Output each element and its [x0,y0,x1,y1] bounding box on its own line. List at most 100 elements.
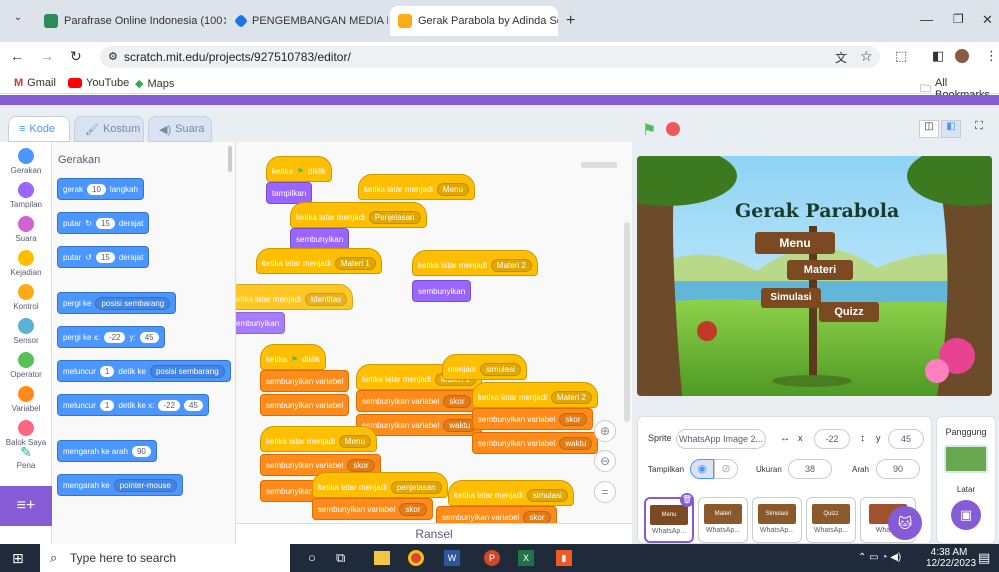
sign-simulasi[interactable]: Simulasi [761,288,821,308]
word-icon[interactable]: W [444,550,460,566]
app-icon[interactable]: ▮ [556,550,572,566]
block-hide-variable-skor[interactable]: sembunyikan variabel skor [472,408,593,430]
close-icon[interactable]: ✕ [222,14,226,28]
url-input[interactable]: ⚙ scratch.mit.edu/projects/927510783/edi… [100,46,880,68]
category-sensing[interactable]: Sensor [0,318,52,345]
stage-canvas[interactable]: Gerak Parabola Menu Materi Simulasi Quiz… [637,156,992,396]
block-dropdown[interactable]: posisi sembarang [149,364,225,378]
window-close-icon[interactable]: ✕ [982,12,993,28]
block-hide[interactable]: sembunyikan [412,280,472,302]
stop-icon[interactable] [666,122,680,136]
tab-search-icon[interactable]: ⌄ [8,12,28,30]
tab-gerak-parabola[interactable]: Gerak Parabola by Adinda Septi ✕ [390,6,558,36]
script-backdrop-materi1[interactable]: ketika latar menjadi Materi 1 [256,248,382,274]
block-hide-variable-skor[interactable]: sembunyikan variabel skor [356,390,477,412]
task-view-icon[interactable]: ⧉ [336,550,345,566]
site-info-icon[interactable]: ⚙ [108,46,118,68]
new-tab-plus-icon[interactable]: + [566,12,575,30]
category-events[interactable]: Kejadian [0,250,52,277]
zoom-out-button[interactable]: ⊖ [594,450,616,472]
block-hide-variable-skor[interactable]: sembunyikan variabel skor [312,498,433,520]
green-flag-icon[interactable]: ⚑ [642,120,656,140]
sprite-thumb[interactable]: 🗑 Menu WhatsAp... [644,493,694,543]
block-input[interactable]: 90 [131,445,151,457]
chrome-icon[interactable] [408,550,424,566]
add-extension-button[interactable]: ≡+ [0,486,52,526]
profile-avatar[interactable] [955,49,969,63]
category-pen[interactable]: ✎ Pena [0,444,52,470]
notification-icon[interactable]: ▤ [978,550,990,566]
direction-input[interactable]: 90 [876,459,920,479]
clock[interactable]: 4:38 AM 12/22/2023 [926,547,976,569]
tab-code[interactable]: ≡ Kode [8,116,70,142]
file-explorer-icon[interactable] [374,551,390,565]
maximize-icon[interactable]: ❐ [953,12,964,26]
excel-icon[interactable]: X [518,550,534,566]
block-dropdown[interactable]: skor [523,510,551,523]
block-dropdown[interactable]: penjelasan [390,480,442,494]
menu-dots-icon[interactable]: ⋮ [985,48,998,64]
block-input[interactable]: 15 [95,217,115,229]
sprite-name-input[interactable]: WhatsApp Image 2... [676,429,766,449]
tab-costume[interactable]: 🖌 Kostum [74,116,144,142]
block-hide-variable-waktu[interactable]: sembunyikan variabel waktu [472,432,599,454]
bookmark-gmail[interactable]: M Gmail [14,77,56,89]
block-show[interactable]: tampilkan [266,182,313,204]
category-control[interactable]: Kontrol [0,284,52,311]
choose-sprite-button[interactable]: 🐱 [888,506,922,540]
sprite-thumb[interactable]: Simulasi WhatsAp... [752,497,802,543]
choose-backdrop-button[interactable]: ▣ [951,500,981,530]
translate-icon[interactable]: 文 [835,49,847,66]
block-input[interactable]: 1 [99,365,115,377]
block-hide-variable-skor[interactable]: sembunyikan variabel skor [436,506,557,523]
backdrop-thumb[interactable] [944,445,988,473]
bookmark-maps[interactable]: ◆ Maps [135,77,174,91]
block-dropdown[interactable]: waktu [559,436,593,450]
back-arrow-icon[interactable]: ← [10,48,24,64]
large-stage-icon[interactable]: ◧ [941,120,961,138]
sign-menu[interactable]: Menu [755,232,835,254]
category-motion[interactable]: Gerakan [0,148,52,175]
category-operators[interactable]: Operator [0,352,52,379]
block-point-direction[interactable]: mengarah ke arah 90 [57,440,157,462]
workspace-scrollbar[interactable] [624,222,630,422]
script-backdrop-simulasi[interactable]: menjadi simulasi [442,354,527,380]
block-move-steps[interactable]: gerak 10 langkah [57,178,144,200]
trash-icon[interactable]: 🗑 [680,493,694,507]
script-backdrop-menu-b[interactable]: ketika latar menjadi Menu [260,426,377,452]
block-dropdown[interactable]: Penjelasan [368,210,421,224]
block-hide[interactable]: sembunyikan [260,480,320,502]
category-my-blocks[interactable]: Balok Saya [0,420,52,447]
block-input[interactable]: 15 [95,251,115,263]
script-when-flag-clicked-2[interactable]: ketika ⚑ diklik [260,344,326,370]
block-input[interactable]: 45 [139,331,159,343]
block-hide-variable[interactable]: sembunyikan variabel [260,370,350,392]
block-glide-to-xy[interactable]: meluncur 1 detik ke x: -22 45 [57,394,209,416]
script-backdrop-penjelasan-b[interactable]: ketika latar menjadi penjelasan [312,472,448,498]
block-input[interactable]: -22 [158,399,180,411]
block-input[interactable]: -22 [103,331,126,343]
block-dropdown[interactable]: skor [347,458,375,472]
y-input[interactable]: 45 [888,429,924,449]
block-dropdown[interactable]: Materi 2 [550,390,592,404]
sign-quizz[interactable]: Quizz [819,302,879,322]
tab-pengembangan[interactable]: PENGEMBANGAN MEDIA PEMI ✕ [228,6,388,36]
block-dropdown[interactable]: skor [399,502,427,516]
fullscreen-icon[interactable]: ⛶ [969,120,989,138]
script-backdrop-materi2[interactable]: ketika latar menjadi Materi 2 [412,250,538,276]
hide-eye-button[interactable]: ⊘ [714,459,738,479]
script-backdrop-penjelasan[interactable]: ketika latar menjadi Penjelasan [290,202,427,228]
block-go-to[interactable]: pergi ke posisi sembarang [57,292,177,314]
block-dropdown[interactable]: posisi sembarang [95,296,171,310]
block-glide-to[interactable]: meluncur 1 detik ke posisi sembarang [57,360,231,382]
script-backdrop-materi2-b[interactable]: ketika latar menjadi Materi 2 [472,382,598,408]
powerpoint-icon[interactable]: P [484,550,500,566]
bookmark-youtube[interactable]: YouTube [68,77,129,89]
small-stage-icon[interactable]: ◫ [919,120,939,138]
category-looks[interactable]: Tampilan [0,182,52,209]
block-hide[interactable]: sembunyikan [236,312,286,334]
block-turn-left[interactable]: putar ↺ 15 derajat [57,246,150,268]
block-dropdown[interactable]: simulasi [526,488,568,502]
reload-icon[interactable]: ↻ [70,48,82,65]
sprite-thumb[interactable]: Materi WhatsAp... [698,497,748,543]
